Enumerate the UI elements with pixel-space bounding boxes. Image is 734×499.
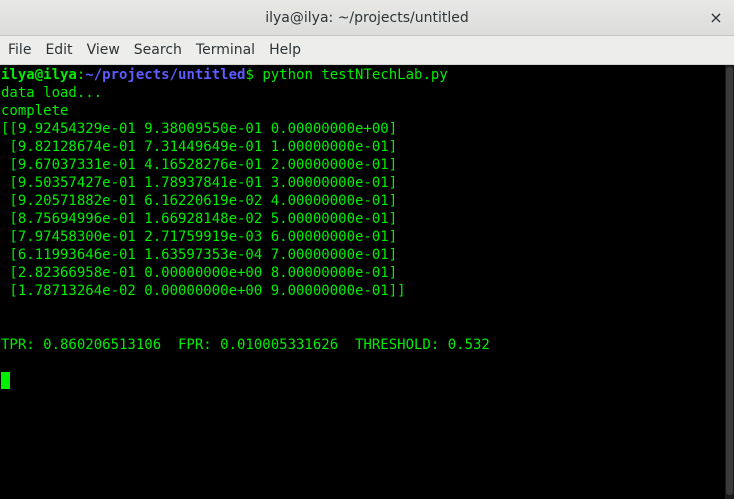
menu-file[interactable]: File — [1, 36, 38, 65]
terminal-window: ilya@ilya: ~/projects/untitled × File Ed… — [0, 0, 734, 499]
menu-bar: File Edit View Search Terminal Help — [0, 36, 734, 65]
text-cursor — [1, 372, 10, 389]
scrollbar[interactable] — [725, 65, 734, 499]
terminal-area[interactable]: ilya@ilya:~/projects/untitled$ python te… — [0, 65, 725, 499]
menu-terminal[interactable]: Terminal — [189, 36, 262, 65]
prompt-line: ilya@ilya:~/projects/untitled$ python te… — [1, 66, 725, 84]
menu-edit[interactable]: Edit — [38, 36, 79, 65]
close-icon[interactable]: × — [706, 8, 726, 28]
output-line: data load... — [1, 85, 103, 101]
output-line: [9.82128674e-01 7.31449649e-01 1.0000000… — [1, 139, 398, 155]
output-line: [9.20571882e-01 6.16220619e-02 4.0000000… — [1, 193, 398, 209]
output-line: [[9.92454329e-01 9.38009550e-01 0.000000… — [1, 121, 398, 137]
output-line: [8.75694996e-01 1.66928148e-02 5.0000000… — [1, 211, 398, 227]
output-line: complete — [1, 103, 69, 119]
prompt-command: python testNTechLab.py — [262, 67, 448, 83]
menu-view[interactable]: View — [80, 36, 127, 65]
scroll-thumb[interactable] — [726, 67, 733, 495]
prompt-path: ~/projects/untitled — [85, 67, 246, 83]
window-title: ilya@ilya: ~/projects/untitled — [265, 10, 469, 26]
output-line: TPR: 0.860206513106 FPR: 0.010005331626 … — [1, 337, 490, 353]
output-line: [7.97458300e-01 2.71759919e-03 6.0000000… — [1, 229, 398, 245]
output-line: [9.67037331e-01 4.16528276e-01 2.0000000… — [1, 157, 398, 173]
cursor-line — [1, 372, 725, 390]
output-line: [6.11993646e-01 1.63597353e-04 7.0000000… — [1, 247, 398, 263]
menu-help[interactable]: Help — [262, 36, 308, 65]
output-line: [9.50357427e-01 1.78937841e-01 3.0000000… — [1, 175, 398, 191]
prompt-user: ilya@ilya — [1, 67, 77, 83]
menu-search[interactable]: Search — [127, 36, 189, 65]
title-bar[interactable]: ilya@ilya: ~/projects/untitled × — [0, 0, 734, 36]
output-line: [1.78713264e-02 0.00000000e+00 9.0000000… — [1, 283, 406, 299]
prompt-symbol: $ — [245, 67, 263, 83]
output-line: [2.82366958e-01 0.00000000e+00 8.0000000… — [1, 265, 398, 281]
